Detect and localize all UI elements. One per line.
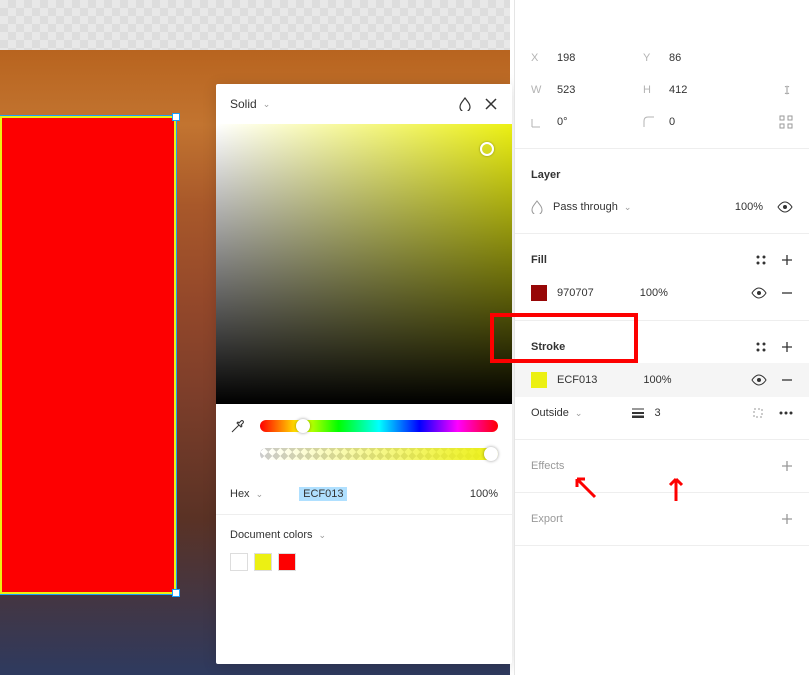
effects-section-title: Effects [531, 460, 564, 472]
more-icon[interactable] [779, 411, 793, 415]
styles-icon[interactable] [755, 254, 767, 266]
w-field[interactable]: W523 [531, 84, 643, 96]
stroke-opacity-input[interactable]: 100% [643, 374, 671, 386]
opacity-input[interactable]: 100% [470, 488, 498, 500]
saturation-value-picker[interactable] [216, 124, 512, 404]
hex-input[interactable]: ECF013 [299, 487, 347, 501]
resize-handle-tr[interactable] [172, 113, 180, 121]
properties-panel: X198 Y86 W523 H412 0° 0 Layer Pass throu… [514, 0, 809, 675]
styles-icon[interactable] [755, 341, 767, 353]
rotation-field[interactable]: 0° [531, 116, 643, 128]
swatch-yellow[interactable] [254, 553, 272, 571]
color-type-dropdown[interactable]: Solid ⌄ [230, 97, 270, 111]
stroke-color-swatch[interactable] [531, 372, 547, 388]
swatch-red[interactable] [278, 553, 296, 571]
chevron-down-icon: ⌄ [575, 408, 583, 419]
visibility-icon[interactable] [751, 374, 767, 386]
stroke-hex-value[interactable]: ECF013 [557, 374, 597, 386]
blend-mode-dropdown[interactable]: Pass through⌄ [553, 201, 631, 213]
plus-icon[interactable] [781, 460, 793, 472]
layer-section-title: Layer [531, 169, 560, 181]
swatch-white[interactable] [230, 553, 248, 571]
chevron-down-icon: ⌄ [263, 99, 271, 110]
fill-section-title: Fill [531, 254, 547, 266]
hue-slider[interactable] [260, 420, 498, 432]
selected-rectangle[interactable] [0, 116, 176, 594]
alpha-thumb[interactable] [484, 447, 498, 461]
hue-thumb[interactable] [296, 419, 310, 433]
stroke-position-dropdown[interactable]: Outside⌄ [531, 407, 582, 419]
chevron-down-icon: ⌄ [319, 530, 327, 541]
plus-icon[interactable] [781, 513, 793, 525]
plus-icon[interactable] [781, 341, 793, 353]
color-picker-panel: Solid ⌄ Hex ⌄ ECF013 100% Document color… [216, 84, 512, 664]
stroke-width-field[interactable]: 3 [632, 407, 660, 419]
independent-corners-icon[interactable] [779, 115, 793, 129]
visibility-icon[interactable] [777, 201, 793, 213]
fill-color-swatch[interactable] [531, 285, 547, 301]
eyedropper-icon[interactable] [230, 418, 246, 434]
link-dimensions-icon[interactable] [781, 83, 793, 97]
stroke-per-side-icon[interactable] [751, 406, 765, 420]
h-field[interactable]: H412 [643, 84, 755, 96]
blend-mode-icon[interactable] [458, 97, 472, 111]
layer-opacity-input[interactable]: 100% [735, 201, 763, 213]
x-field[interactable]: X198 [531, 52, 643, 64]
fill-opacity-input[interactable]: 100% [640, 287, 668, 299]
minus-icon[interactable] [781, 374, 793, 386]
y-field[interactable]: Y86 [643, 52, 755, 64]
alpha-slider[interactable] [260, 448, 498, 460]
stroke-section-title: Stroke [531, 341, 565, 353]
color-cursor[interactable] [480, 142, 494, 156]
fill-hex-value[interactable]: 970707 [557, 287, 594, 299]
blend-drop-icon [531, 200, 543, 214]
visibility-icon[interactable] [751, 287, 767, 299]
color-type-label: Solid [230, 97, 257, 111]
minus-icon[interactable] [781, 287, 793, 299]
doc-colors-label: Document colors [230, 529, 313, 541]
resize-handle-br[interactable] [172, 589, 180, 597]
chevron-down-icon: ⌄ [256, 489, 264, 500]
angle-icon [531, 116, 547, 128]
radius-field[interactable]: 0 [643, 116, 755, 128]
color-format-dropdown[interactable]: Hex ⌄ [230, 488, 263, 500]
doc-colors-dropdown[interactable]: Document colors ⌄ [230, 529, 498, 541]
hex-label: Hex [230, 488, 250, 500]
chevron-down-icon: ⌄ [624, 202, 632, 213]
close-icon[interactable] [484, 97, 498, 111]
export-section-title: Export [531, 513, 563, 525]
plus-icon[interactable] [781, 254, 793, 266]
stroke-width-icon [632, 408, 644, 418]
radius-icon [643, 116, 659, 128]
